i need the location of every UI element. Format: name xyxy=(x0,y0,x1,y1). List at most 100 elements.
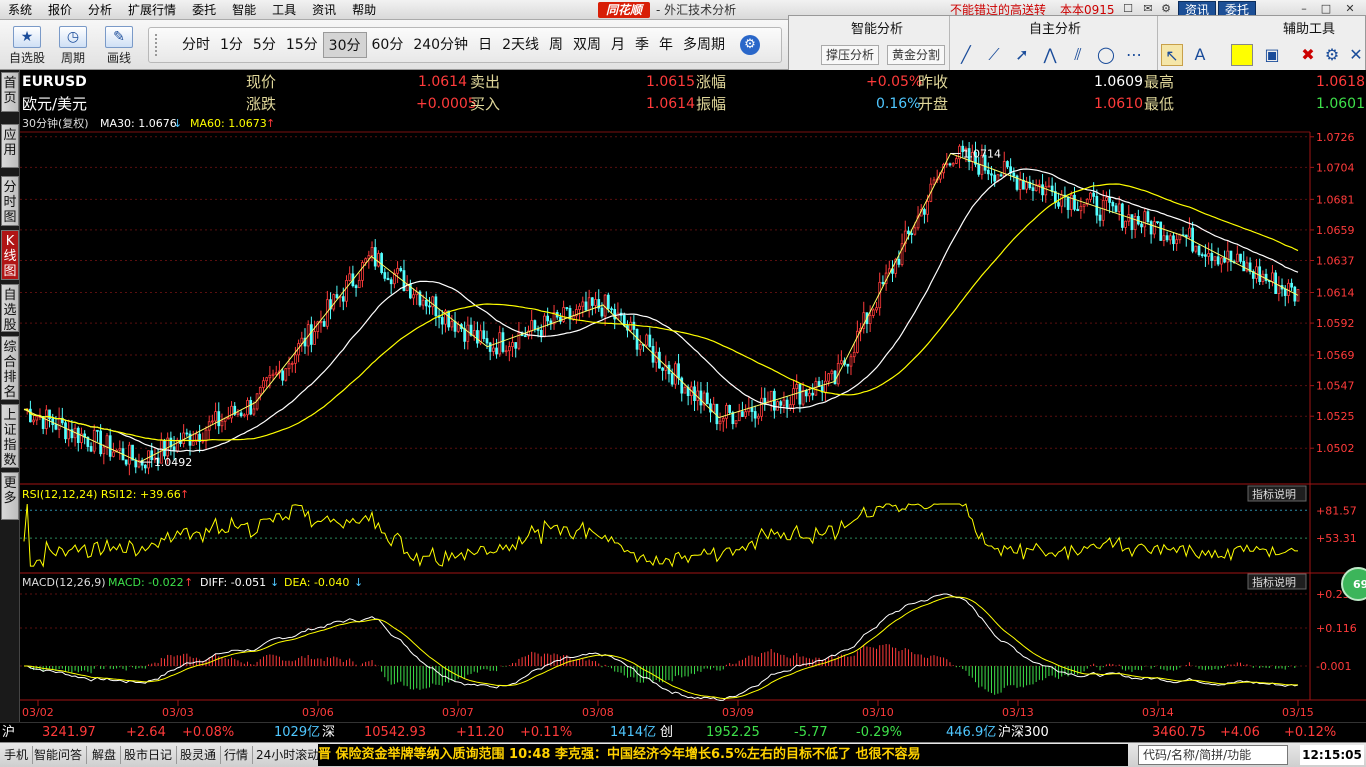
value-sell: 1.0615 xyxy=(646,74,695,90)
side-tab-kline[interactable]: K线图 xyxy=(1,230,19,280)
period-day[interactable]: 日 xyxy=(473,32,497,58)
sz-index[interactable]: 10542.93 xyxy=(364,723,426,743)
period-240min[interactable]: 240分钟 xyxy=(408,32,473,58)
side-tab-home[interactable]: 首页 xyxy=(1,72,19,112)
grip-handle[interactable] xyxy=(155,34,163,56)
draw-line-button[interactable]: ✎ 画线 xyxy=(98,24,140,68)
candle-body xyxy=(670,373,674,385)
text-tool-icon[interactable]: A xyxy=(1189,44,1211,66)
menu-extended-quotes[interactable]: 扩展行情 xyxy=(120,0,184,20)
period-60min[interactable]: 60分 xyxy=(367,32,409,58)
period-30min[interactable]: 30分 xyxy=(322,32,367,58)
bottom-qa[interactable]: 智能问答 xyxy=(30,746,88,764)
period-multi[interactable]: 多周期 xyxy=(678,32,730,58)
period-2day[interactable]: 2天线 xyxy=(497,32,544,58)
period-month[interactable]: 月 xyxy=(606,32,630,58)
delete-icon[interactable]: ✖ xyxy=(1297,44,1319,66)
menu-news[interactable]: 资讯 xyxy=(304,0,344,20)
candle-body xyxy=(1101,200,1105,221)
menu-analysis[interactable]: 分析 xyxy=(80,0,120,20)
candle-body xyxy=(744,411,747,417)
candle-body xyxy=(1082,203,1086,207)
sz-change: +11.20 xyxy=(456,725,505,740)
more-tools-icon[interactable]: ⋯ xyxy=(1123,44,1145,66)
high-marker-label: 1.0714 xyxy=(963,147,1002,160)
candle-body xyxy=(498,332,502,355)
side-tab-timeshare[interactable]: 分时图 xyxy=(1,176,19,226)
period-week[interactable]: 周 xyxy=(544,32,568,58)
support-resistance-button[interactable]: 撑压分析 xyxy=(821,45,880,65)
bottom-analysis[interactable]: 解盘 xyxy=(88,746,122,764)
pointer-icon[interactable]: ↖ xyxy=(1161,44,1183,66)
candle-body xyxy=(606,294,610,310)
candle-body xyxy=(287,363,291,370)
candle-body xyxy=(1114,205,1118,212)
news-ticker[interactable]: 晋 保险资金举牌等纳入质询范围 10:48 李克强：中国经济今年增长6.5%左右… xyxy=(318,744,1128,766)
bottom-24h[interactable]: 24小时滚动 xyxy=(252,746,323,764)
candle-body xyxy=(383,272,387,279)
period-button[interactable]: ◷ 周期 xyxy=(52,24,94,68)
candle-body xyxy=(354,285,358,289)
period-timeshare[interactable]: 分时 xyxy=(177,32,215,58)
hs300-percent: +0.12% xyxy=(1284,725,1337,740)
macd-tick-label: +0.116 xyxy=(1316,622,1357,635)
panel-gear-icon[interactable]: ⚙ xyxy=(1321,44,1343,66)
candle-body xyxy=(1216,256,1220,265)
cy-index[interactable]: 1952.25 xyxy=(706,723,760,743)
sh-index[interactable]: 3241.97 xyxy=(42,723,96,743)
ellipse-tool-icon[interactable]: ◯ xyxy=(1095,44,1117,66)
menu-help[interactable]: 帮助 xyxy=(344,0,384,20)
bottom-bar: 手机 智能问答 解盘 股市日记 股灵通 行情 24小时滚动 晋 保险资金举牌等纳… xyxy=(0,742,1366,767)
zigzag-tool-icon[interactable]: ⋀ xyxy=(1039,44,1061,66)
period-5min[interactable]: 5分 xyxy=(248,32,281,58)
candle-body xyxy=(345,280,348,302)
segment-tool-icon[interactable]: ⟋ xyxy=(983,44,1005,66)
save-icon[interactable]: ▣ xyxy=(1261,44,1283,66)
ray-tool-icon[interactable]: ➚ xyxy=(1011,44,1033,66)
menu-tools[interactable]: 工具 xyxy=(264,0,304,20)
line-tool-icon[interactable]: ╱ xyxy=(955,44,977,66)
menu-system[interactable]: 系统 xyxy=(0,0,40,20)
menu-trade[interactable]: 委托 xyxy=(184,0,224,20)
candle-body xyxy=(102,446,106,455)
candle-body xyxy=(699,390,703,406)
candle-body xyxy=(57,417,61,430)
panel-close-icon[interactable]: ✕ xyxy=(1345,44,1366,66)
ma60-legend: MA60: 1.0673 xyxy=(190,117,267,130)
gear-icon[interactable]: ⚙ xyxy=(739,35,760,55)
period-1min[interactable]: 1分 xyxy=(215,32,248,58)
watchlist-button[interactable]: ★ 自选股 xyxy=(6,24,48,68)
color-picker-icon[interactable] xyxy=(1231,44,1253,66)
bottom-stock-link[interactable]: 股灵通 xyxy=(176,746,222,764)
candle-body xyxy=(440,317,444,325)
hs300-label: 沪深300 xyxy=(998,725,1049,740)
hs300-index[interactable]: 3460.75 xyxy=(1152,723,1206,743)
side-tab-ranking[interactable]: 综合排名 xyxy=(1,336,19,400)
side-tab-more[interactable]: 更多 xyxy=(1,472,19,520)
bottom-quotes[interactable]: 行情 xyxy=(220,746,254,764)
search-input[interactable]: 代码/名称/简拼/功能 xyxy=(1138,745,1288,765)
side-tab-watchlist[interactable]: 自选股 xyxy=(1,284,19,333)
candle-body xyxy=(923,209,926,215)
side-tab-sh-index[interactable]: 上证指数 xyxy=(1,404,19,468)
macd-tick-label: -0.001 xyxy=(1316,660,1351,673)
candle-body xyxy=(811,392,815,396)
menu-quote[interactable]: 报价 xyxy=(40,0,80,20)
parallel-tool-icon[interactable]: ⫽ xyxy=(1067,44,1089,66)
candle-body xyxy=(1069,194,1073,210)
period-year[interactable]: 年 xyxy=(654,32,678,58)
candle-body xyxy=(1255,266,1258,279)
period-biweek[interactable]: 双周 xyxy=(568,32,606,58)
menu-smart[interactable]: 智能 xyxy=(224,0,264,20)
bottom-diary[interactable]: 股市日记 xyxy=(120,746,178,764)
period-15min[interactable]: 15分 xyxy=(281,32,323,58)
candle-body xyxy=(731,412,735,425)
period-season[interactable]: 季 xyxy=(630,32,654,58)
side-tab-apps[interactable]: 应用 xyxy=(1,124,19,168)
kline-chart[interactable]: 1.07141.0492 +81.57+53.31 +0.231+0.116-0… xyxy=(20,116,1366,722)
candle-body xyxy=(638,344,642,350)
candle-body xyxy=(776,401,779,411)
candle-body xyxy=(594,299,597,306)
golden-section-button[interactable]: 黄金分割 xyxy=(887,45,946,65)
bottom-mobile[interactable]: 手机 xyxy=(0,746,34,764)
